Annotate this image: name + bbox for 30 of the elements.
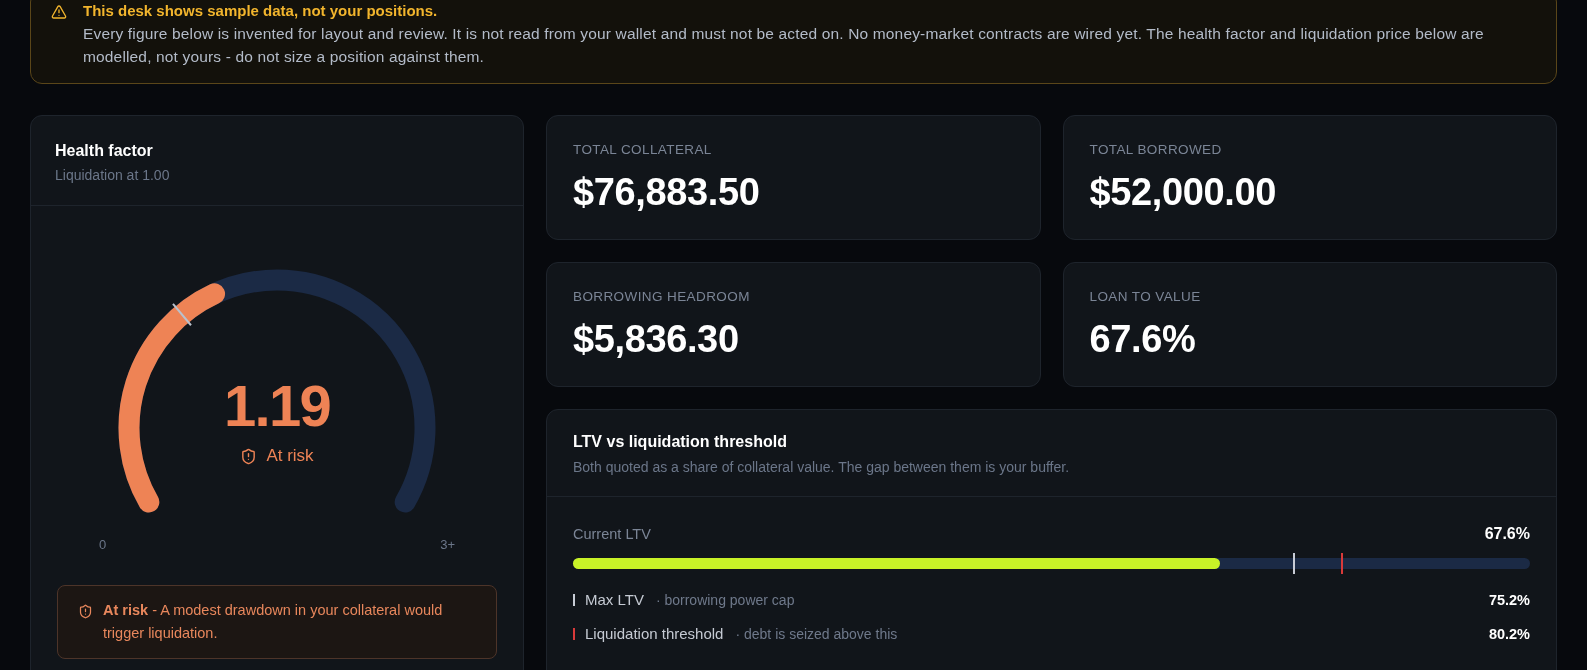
stat-label: BORROWING HEADROOM <box>573 289 751 305</box>
card-subtitle: Both quoted as a share of collateral value. The gap between them is your buffer. <box>573 458 1071 477</box>
legend-value: 80.2% <box>1488 625 1530 644</box>
notice-text: Every figure below is invented for layout and review. It is not read from your wallet and must not be acted on. No money-market contracts are wired yet. The health factor and liquidation price below are modelled, not yours - do not size a position against them. <box>83 24 1485 67</box>
legend-note: · borrowing power cap <box>655 591 795 610</box>
legend-value: 75.2% <box>1488 591 1530 610</box>
shield-alert-icon <box>78 604 93 619</box>
legend-label: Liquidation threshold <box>585 624 724 644</box>
stat-label: TOTAL BORROWED <box>1089 142 1223 158</box>
shield-alert-icon <box>240 447 258 465</box>
gauge-max-label: 3+ <box>440 536 455 554</box>
current-ltv-value: 67.6% <box>1484 524 1530 544</box>
card-subtitle: Liquidation at 1.00 <box>55 166 171 185</box>
stat-value: $5,836.30 <box>573 317 740 361</box>
stat-value: $76,883.50 <box>573 170 761 214</box>
legend-note: · debt is seized above this <box>735 625 898 644</box>
card-title: LTV vs liquidation threshold <box>573 432 788 452</box>
health-factor-value: 1.19 <box>224 377 330 435</box>
stat-label: TOTAL COLLATERAL <box>573 142 713 158</box>
health-status: At risk <box>266 445 314 467</box>
warning-icon <box>51 4 67 20</box>
gauge-min-label: 0 <box>99 536 107 554</box>
current-ltv-label: Current LTV <box>573 525 651 544</box>
alert-text: At risk - A modest drawdown in your collateral would trigger liquidation. <box>103 601 444 643</box>
card-title: Health factor <box>55 141 154 161</box>
legend-label: Max LTV <box>585 590 644 610</box>
stat-value: $52,000.00 <box>1089 170 1277 214</box>
stat-value: 67.6% <box>1089 317 1197 361</box>
stat-label: LOAN TO VALUE <box>1089 289 1202 305</box>
notice-title: This desk shows sample data, not your positions. <box>83 3 439 19</box>
